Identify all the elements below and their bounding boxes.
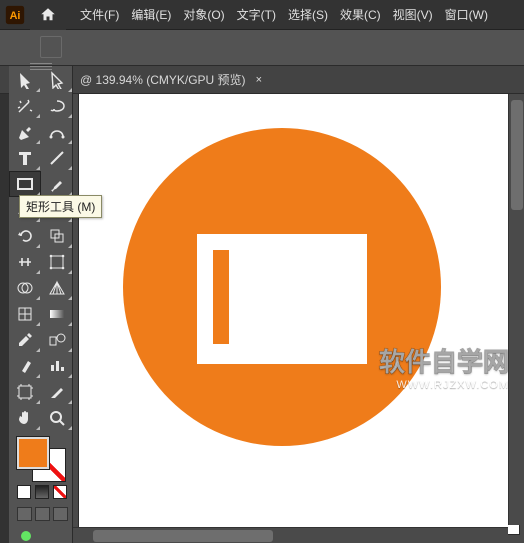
perspective-grid-tool-icon — [48, 279, 66, 297]
paintbrush-tool[interactable] — [41, 171, 73, 197]
shape-builder-tool[interactable] — [9, 275, 41, 301]
screen-mode-button[interactable] — [21, 531, 31, 541]
menu-edit[interactable]: 编辑(E) — [125, 0, 177, 30]
horizontal-scroll-thumb[interactable] — [93, 530, 273, 542]
main-menu: 文件(F) 编辑(E) 对象(O) 文字(T) 选择(S) 效果(C) 视图(V… — [74, 0, 494, 30]
canvas-frame: 软件自学网 WWW.RJZXW.COM — [73, 94, 522, 541]
watermark-line2: WWW.RJZXW.COM — [379, 379, 509, 391]
gradient-tool[interactable] — [41, 301, 73, 327]
fill-swatch[interactable] — [17, 437, 49, 469]
shape-builder-tool-icon — [16, 279, 34, 297]
control-bar — [0, 30, 524, 66]
column-graph-tool[interactable] — [41, 353, 73, 379]
workspace: 软件自学网 WWW.RJZXW.COM — [0, 94, 524, 543]
left-gutter — [0, 94, 9, 543]
scale-tool-icon — [48, 227, 66, 245]
magic-wand-tool-icon — [16, 97, 34, 115]
document-tab-label: @ 139.94% (CMYK/GPU 预览) — [80, 71, 246, 88]
width-tool-icon — [16, 253, 34, 271]
direct-selection-tool[interactable] — [41, 67, 73, 93]
close-icon[interactable]: × — [256, 74, 262, 86]
draw-mode-row — [17, 507, 68, 521]
control-chunk[interactable] — [40, 36, 62, 58]
curvature-tool[interactable] — [41, 119, 73, 145]
selection-tool-icon — [16, 71, 34, 89]
width-tool[interactable] — [9, 249, 41, 275]
artboard-tool-icon — [16, 383, 34, 401]
color-swatches — [9, 431, 72, 543]
perspective-grid-tool[interactable] — [41, 275, 73, 301]
menu-select[interactable]: 选择(S) — [282, 0, 334, 30]
slice-tool[interactable] — [41, 379, 73, 405]
fill-none-mode[interactable] — [53, 485, 67, 499]
slice-tool-icon — [48, 383, 66, 401]
home-button[interactable] — [30, 0, 66, 30]
type-tool[interactable] — [9, 145, 41, 171]
tools-grid — [9, 67, 72, 431]
curvature-tool-icon — [48, 123, 66, 141]
watermark-line1: 软件自学网 — [379, 342, 509, 379]
menu-window[interactable]: 窗口(W) — [439, 0, 494, 30]
rotate-tool[interactable] — [9, 223, 41, 249]
hand-tool[interactable] — [9, 405, 41, 431]
horizontal-scrollbar[interactable] — [73, 527, 508, 543]
home-icon — [39, 6, 57, 24]
svg-text:Ai: Ai — [10, 10, 21, 22]
lasso-tool[interactable] — [41, 93, 73, 119]
fill-stroke-stack[interactable] — [17, 437, 65, 481]
pen-tool-icon — [16, 123, 34, 141]
line-segment-tool-icon — [48, 149, 66, 167]
eyedropper-tool-icon — [16, 331, 34, 349]
symbol-sprayer-tool[interactable] — [9, 353, 41, 379]
rotate-tool-icon — [16, 227, 34, 245]
app-menubar: Ai 文件(F) 编辑(E) 对象(O) 文字(T) 选择(S) 效果(C) 视… — [0, 0, 524, 30]
draw-normal-mode[interactable] — [17, 507, 32, 521]
draw-behind-mode[interactable] — [35, 507, 50, 521]
free-transform-tool-icon — [48, 253, 66, 271]
menu-effect[interactable]: 效果(C) — [334, 0, 387, 30]
zoom-tool-icon — [48, 409, 66, 427]
menu-type[interactable]: 文字(T) — [231, 0, 282, 30]
artwork-bar[interactable] — [213, 250, 229, 344]
document-tab-row: @ 139.94% (CMYK/GPU 预览) × — [0, 66, 524, 94]
fill-gradient-mode[interactable] — [35, 485, 49, 499]
tool-tooltip: 矩形工具 (M) — [19, 195, 102, 218]
rectangle-tool-icon — [16, 175, 34, 193]
artboard[interactable]: 软件自学网 WWW.RJZXW.COM — [79, 94, 519, 534]
line-segment-tool[interactable] — [41, 145, 73, 171]
selection-tool[interactable] — [9, 67, 41, 93]
vertical-scrollbar[interactable] — [508, 94, 524, 525]
free-transform-tool[interactable] — [41, 249, 73, 275]
document-tab[interactable]: @ 139.94% (CMYK/GPU 预览) × — [74, 66, 268, 94]
rectangle-tool[interactable] — [9, 171, 41, 197]
mesh-tool-icon — [16, 305, 34, 323]
magic-wand-tool[interactable] — [9, 93, 41, 119]
tools-panel — [9, 66, 73, 543]
zoom-tool[interactable] — [41, 405, 73, 431]
gradient-tool-icon — [48, 305, 66, 323]
paintbrush-tool-icon — [48, 175, 66, 193]
hand-tool-icon — [16, 409, 34, 427]
menu-object[interactable]: 对象(O) — [177, 0, 230, 30]
app-logo: Ai — [0, 0, 30, 30]
vertical-scroll-thumb[interactable] — [511, 100, 523, 210]
fill-mode-row — [17, 485, 68, 499]
menu-file[interactable]: 文件(F) — [74, 0, 125, 30]
fill-color-mode[interactable] — [17, 485, 31, 499]
type-tool-icon — [16, 149, 34, 167]
draw-inside-mode[interactable] — [53, 507, 68, 521]
blend-tool-icon — [48, 331, 66, 349]
mesh-tool[interactable] — [9, 301, 41, 327]
direct-selection-tool-icon — [48, 71, 66, 89]
lasso-tool-icon — [48, 97, 66, 115]
scale-tool[interactable] — [41, 223, 73, 249]
eyedropper-tool[interactable] — [9, 327, 41, 353]
pen-tool[interactable] — [9, 119, 41, 145]
menu-view[interactable]: 视图(V) — [387, 0, 439, 30]
blend-tool[interactable] — [41, 327, 73, 353]
column-graph-tool-icon — [48, 357, 66, 375]
watermark: 软件自学网 WWW.RJZXW.COM — [379, 342, 509, 391]
symbol-sprayer-tool-icon — [16, 357, 34, 375]
artboard-tool[interactable] — [9, 379, 41, 405]
